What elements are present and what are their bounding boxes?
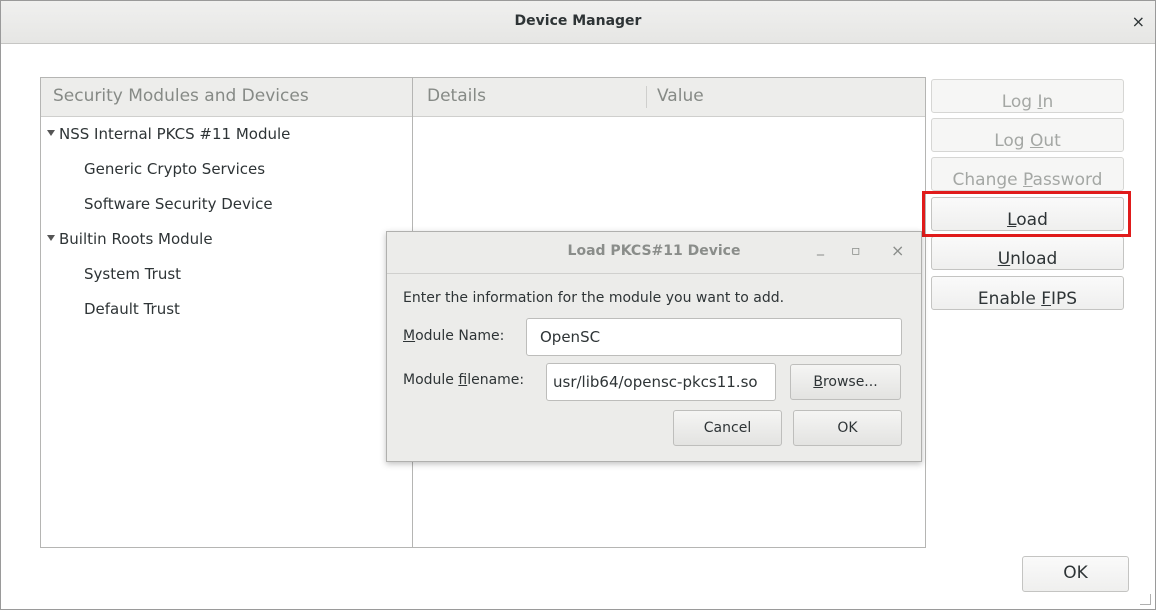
device-manager-window: Device Manager × Security Modules and De… <box>0 0 1156 610</box>
dialog-close-icon[interactable]: × <box>891 241 904 260</box>
change-password-button[interactable]: Change Password <box>931 157 1124 191</box>
tree-item-nss-internal[interactable]: NSS Internal PKCS #11 Module <box>47 125 290 143</box>
title-bar[interactable]: Device Manager × <box>1 1 1155 44</box>
log-out-button[interactable]: Log Out <box>931 118 1124 152</box>
browse-button[interactable]: Browse... <box>790 364 901 400</box>
maximize-icon[interactable]: ▫ <box>851 243 861 259</box>
dialog-ok-button[interactable]: OK <box>793 410 902 446</box>
dialog-title-bar[interactable]: Load PKCS#11 Device _ ▫ × <box>387 232 921 274</box>
dialog-title: Load PKCS#11 Device <box>567 243 741 259</box>
dialog-instruction: Enter the information for the module you… <box>403 290 785 306</box>
close-icon[interactable]: × <box>1132 12 1145 31</box>
module-filename-input[interactable]: usr/lib64/opensc-pkcs11.so <box>546 363 776 401</box>
tree-item-system-trust[interactable]: System Trust <box>84 265 181 283</box>
window-title: Device Manager <box>514 13 642 29</box>
details-column-header[interactable]: Details Value <box>413 78 925 117</box>
load-button-highlight <box>922 191 1131 237</box>
tree-item-builtin-roots[interactable]: Builtin Roots Module <box>47 230 213 248</box>
modules-header-label: Security Modules and Devices <box>53 86 309 106</box>
tree-item-software-security[interactable]: Software Security Device <box>84 195 273 213</box>
module-filename-label: Module filename: <box>403 372 525 388</box>
enable-fips-button[interactable]: Enable FIPS <box>931 276 1124 310</box>
unload-button[interactable]: Unload <box>931 236 1124 270</box>
log-in-button[interactable]: Log In <box>931 79 1124 113</box>
dialog-cancel-button[interactable]: Cancel <box>673 410 782 446</box>
load-pkcs11-dialog: Load PKCS#11 Device _ ▫ × Enter the info… <box>386 231 922 462</box>
minimize-icon[interactable]: _ <box>817 240 824 256</box>
module-name-label: Module Name: <box>403 328 505 344</box>
modules-column-header[interactable]: Security Modules and Devices <box>41 78 412 117</box>
main-ok-button[interactable]: OK <box>1022 556 1129 592</box>
modules-tree-pane: Security Modules and Devices NSS Interna… <box>40 77 413 548</box>
tree-item-default-trust[interactable]: Default Trust <box>84 300 180 318</box>
expand-arrow-icon[interactable] <box>47 234 55 241</box>
module-name-input[interactable]: OpenSC <box>526 318 902 356</box>
resize-grip-icon[interactable] <box>1140 594 1151 605</box>
expand-arrow-icon[interactable] <box>47 129 55 136</box>
details-header-label: Details <box>427 86 486 106</box>
tree-item-generic-crypto[interactable]: Generic Crypto Services <box>84 160 265 178</box>
column-divider <box>646 86 647 108</box>
value-header-label: Value <box>657 86 704 106</box>
